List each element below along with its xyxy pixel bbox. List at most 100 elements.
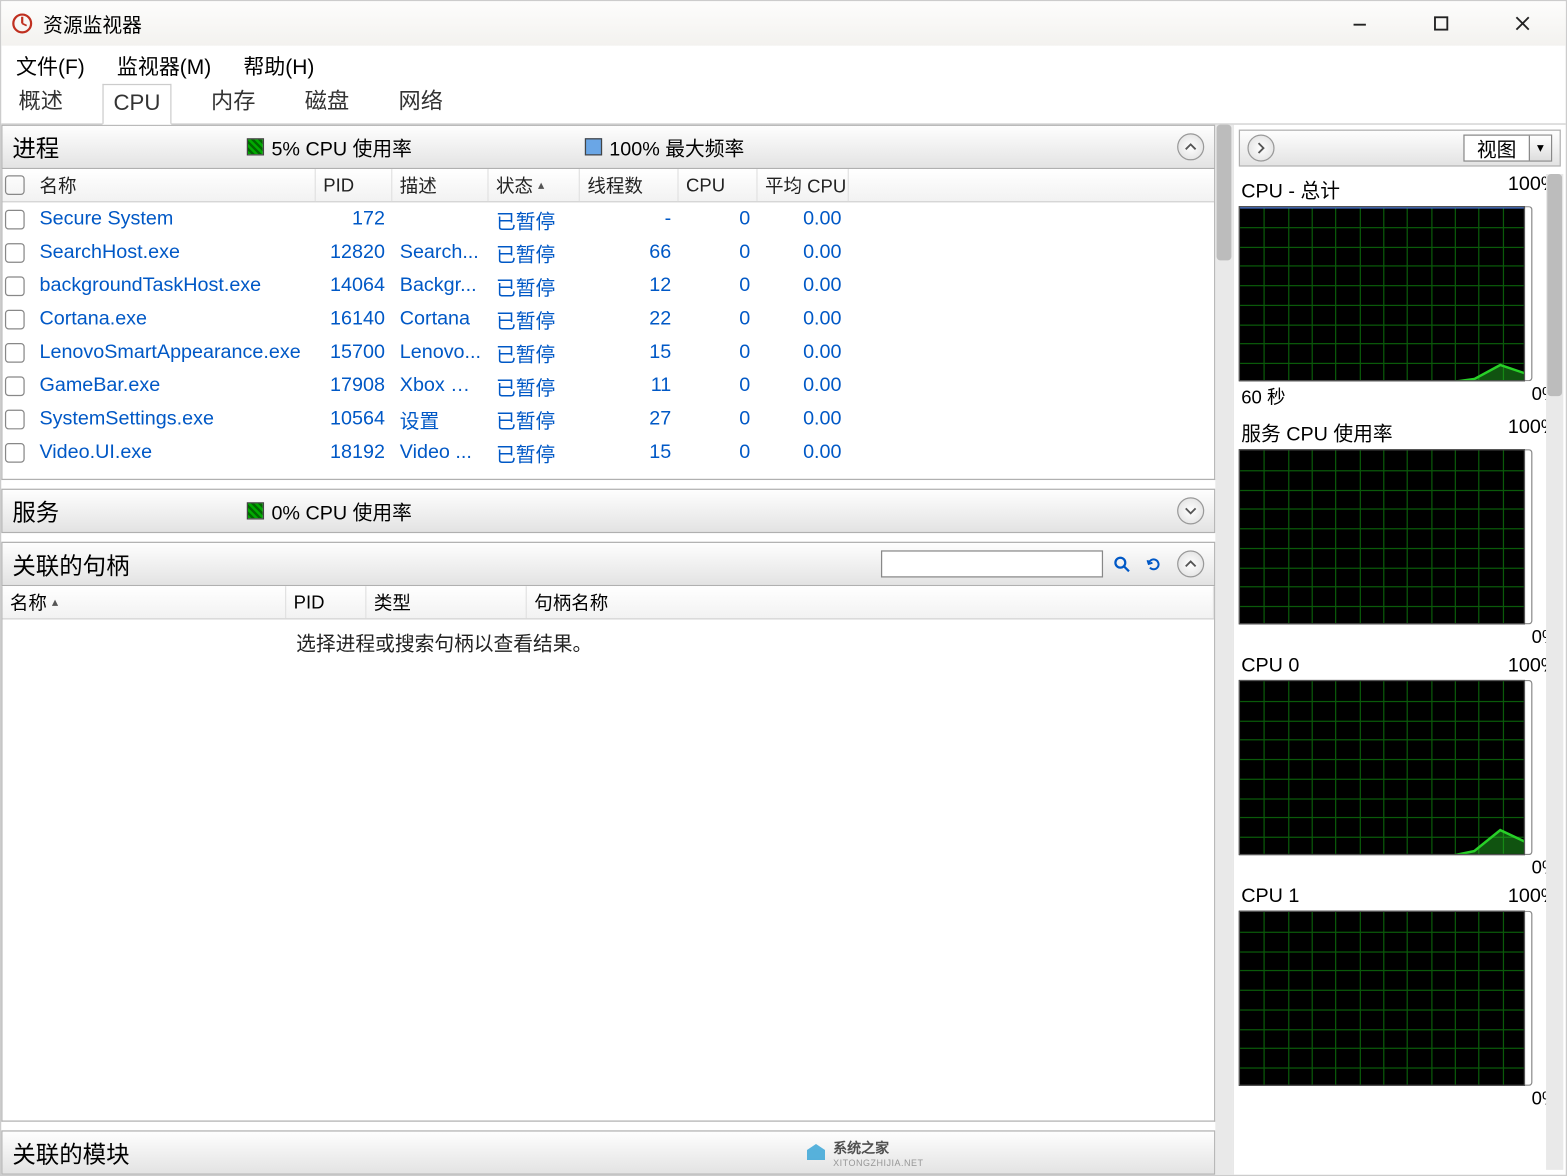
cell-name: Video.UI.exe xyxy=(32,441,316,463)
processes-table-header: 名称 PID 描述 状态▴ 线程数 CPU 平均 CPU xyxy=(2,169,1214,202)
hcol-pid[interactable]: PID xyxy=(286,586,366,618)
cell-avg: 0.00 xyxy=(758,308,849,330)
cell-state: 已暂停 xyxy=(489,304,580,334)
row-checkbox[interactable] xyxy=(5,376,25,396)
handles-collapse-button[interactable] xyxy=(1177,550,1204,577)
row-checkbox[interactable] xyxy=(5,409,25,429)
tab-overview[interactable]: 概述 xyxy=(9,79,73,123)
row-checkbox[interactable] xyxy=(5,209,25,229)
cell-state: 已暂停 xyxy=(489,337,580,367)
cell-desc: Xbox G... xyxy=(392,375,488,397)
col-state[interactable]: 状态▴ xyxy=(489,169,580,201)
hcol-hname[interactable]: 句柄名称 xyxy=(527,586,1214,618)
col-threads[interactable]: 线程数 xyxy=(580,169,679,201)
row-checkbox[interactable] xyxy=(5,442,25,462)
cell-state: 已暂停 xyxy=(489,371,580,401)
table-row[interactable]: SearchHost.exe12820Search...已暂停6600.00 xyxy=(2,236,1214,269)
refresh-button[interactable] xyxy=(1140,550,1167,577)
swatch-blue-icon xyxy=(585,138,602,155)
cell-name: Cortana.exe xyxy=(32,308,316,330)
graph-title: CPU 0 xyxy=(1241,655,1508,677)
row-checkbox[interactable] xyxy=(5,276,25,296)
services-header[interactable]: 服务 0% CPU 使用率 xyxy=(1,489,1215,533)
graph-title: CPU 1 xyxy=(1241,886,1508,908)
cell-cpu: 0 xyxy=(679,375,758,397)
hcol-name[interactable]: 名称▴ xyxy=(2,586,286,618)
tab-disk[interactable]: 磁盘 xyxy=(295,79,359,123)
hcol-type[interactable]: 类型 xyxy=(366,586,526,618)
row-checkbox[interactable] xyxy=(5,309,25,329)
cell-avg: 0.00 xyxy=(758,241,849,263)
handles-table-header: 名称▴ PID 类型 句柄名称 xyxy=(2,586,1214,619)
minimize-button[interactable] xyxy=(1334,6,1386,41)
col-name[interactable]: 名称 xyxy=(32,169,316,201)
cell-cpu: 0 xyxy=(679,275,758,297)
graph-xaxis-label: 60 秒 xyxy=(1241,384,1531,410)
modules-header[interactable]: 关联的模块 xyxy=(1,1130,1215,1174)
scrollbar-thumb[interactable] xyxy=(1217,125,1232,261)
table-row[interactable]: LenovoSmartAppearance.exe15700Lenovo...已… xyxy=(2,336,1214,369)
select-all-checkbox[interactable] xyxy=(5,175,25,195)
cell-cpu: 0 xyxy=(679,308,758,330)
cell-cpu: 0 xyxy=(679,341,758,363)
view-dropdown[interactable]: 视图 ▾ xyxy=(1463,135,1552,162)
swatch-green-icon xyxy=(247,138,264,155)
cell-avg: 0.00 xyxy=(758,375,849,397)
cell-desc: Lenovo... xyxy=(392,341,488,363)
cell-desc: 设置 xyxy=(392,404,488,434)
cell-state: 已暂停 xyxy=(489,404,580,434)
cell-desc: Cortana xyxy=(392,308,488,330)
row-checkbox[interactable] xyxy=(5,242,25,262)
maximize-button[interactable] xyxy=(1415,6,1467,41)
graph-canvas xyxy=(1239,680,1525,855)
col-cpu[interactable]: CPU xyxy=(679,169,758,201)
table-row[interactable]: Cortana.exe16140Cortana已暂停2200.00 xyxy=(2,302,1214,335)
cell-threads: 22 xyxy=(580,308,679,330)
titlebar: 资源监视器 xyxy=(1,1,1566,45)
handles-search-input[interactable] xyxy=(881,550,1103,577)
menubar: 文件(F) 监视器(M) 帮助(H) xyxy=(1,46,1566,83)
cell-name: SystemSettings.exe xyxy=(32,408,316,430)
graph-block: CPU 0100%0% xyxy=(1239,655,1561,878)
cell-threads: 15 xyxy=(580,341,679,363)
cell-pid: 14064 xyxy=(316,275,392,297)
col-pid[interactable]: PID xyxy=(316,169,392,201)
cell-pid: 18192 xyxy=(316,441,392,463)
graph-panel-collapse-button[interactable] xyxy=(1247,135,1274,162)
services-expand-button[interactable] xyxy=(1177,497,1204,524)
col-avg[interactable]: 平均 CPU xyxy=(758,169,849,201)
chevron-down-icon: ▾ xyxy=(1529,136,1551,161)
processes-header[interactable]: 进程 5% CPU 使用率 100% 最大频率 xyxy=(1,125,1215,169)
scrollbar-thumb[interactable] xyxy=(1547,174,1562,396)
close-button[interactable] xyxy=(1497,6,1549,41)
handles-header[interactable]: 关联的句柄 xyxy=(1,542,1215,586)
menu-file[interactable]: 文件(F) xyxy=(9,46,93,82)
cell-name: LenovoSmartAppearance.exe xyxy=(32,341,316,363)
table-row[interactable]: SystemSettings.exe10564设置已暂停2700.00 xyxy=(2,402,1214,435)
cell-threads: - xyxy=(580,208,679,230)
right-scrollbar[interactable] xyxy=(1546,174,1563,1170)
processes-cpu-usage: 5% CPU 使用率 xyxy=(247,132,412,162)
tab-network[interactable]: 网络 xyxy=(389,79,453,123)
cell-avg: 0.00 xyxy=(758,341,849,363)
row-checkbox[interactable] xyxy=(5,342,25,362)
search-button[interactable] xyxy=(1108,550,1135,577)
left-scrollbar[interactable] xyxy=(1215,125,1232,1175)
search-icon xyxy=(1112,555,1131,574)
graph-title: CPU - 总计 xyxy=(1241,174,1508,204)
cell-state: 已暂停 xyxy=(489,238,580,268)
tab-memory[interactable]: 内存 xyxy=(201,79,265,123)
menu-monitor[interactable]: 监视器(M) xyxy=(109,46,218,82)
table-row[interactable]: GameBar.exe17908Xbox G...已暂停1100.00 xyxy=(2,369,1214,402)
table-row[interactable]: backgroundTaskHost.exe14064Backgr...已暂停1… xyxy=(2,269,1214,302)
col-desc[interactable]: 描述 xyxy=(392,169,488,201)
graph-block: CPU - 总计100%60 秒0% xyxy=(1239,174,1561,410)
graph-canvas xyxy=(1239,911,1525,1086)
app-icon xyxy=(11,12,33,34)
tab-cpu[interactable]: CPU xyxy=(102,84,171,125)
processes-collapse-button[interactable] xyxy=(1177,133,1204,160)
menu-help[interactable]: 帮助(H) xyxy=(236,46,322,82)
cell-avg: 0.00 xyxy=(758,208,849,230)
table-row[interactable]: Secure System172已暂停-00.00 xyxy=(2,202,1214,235)
table-row[interactable]: Video.UI.exe18192Video ...已暂停1500.00 xyxy=(2,436,1214,469)
